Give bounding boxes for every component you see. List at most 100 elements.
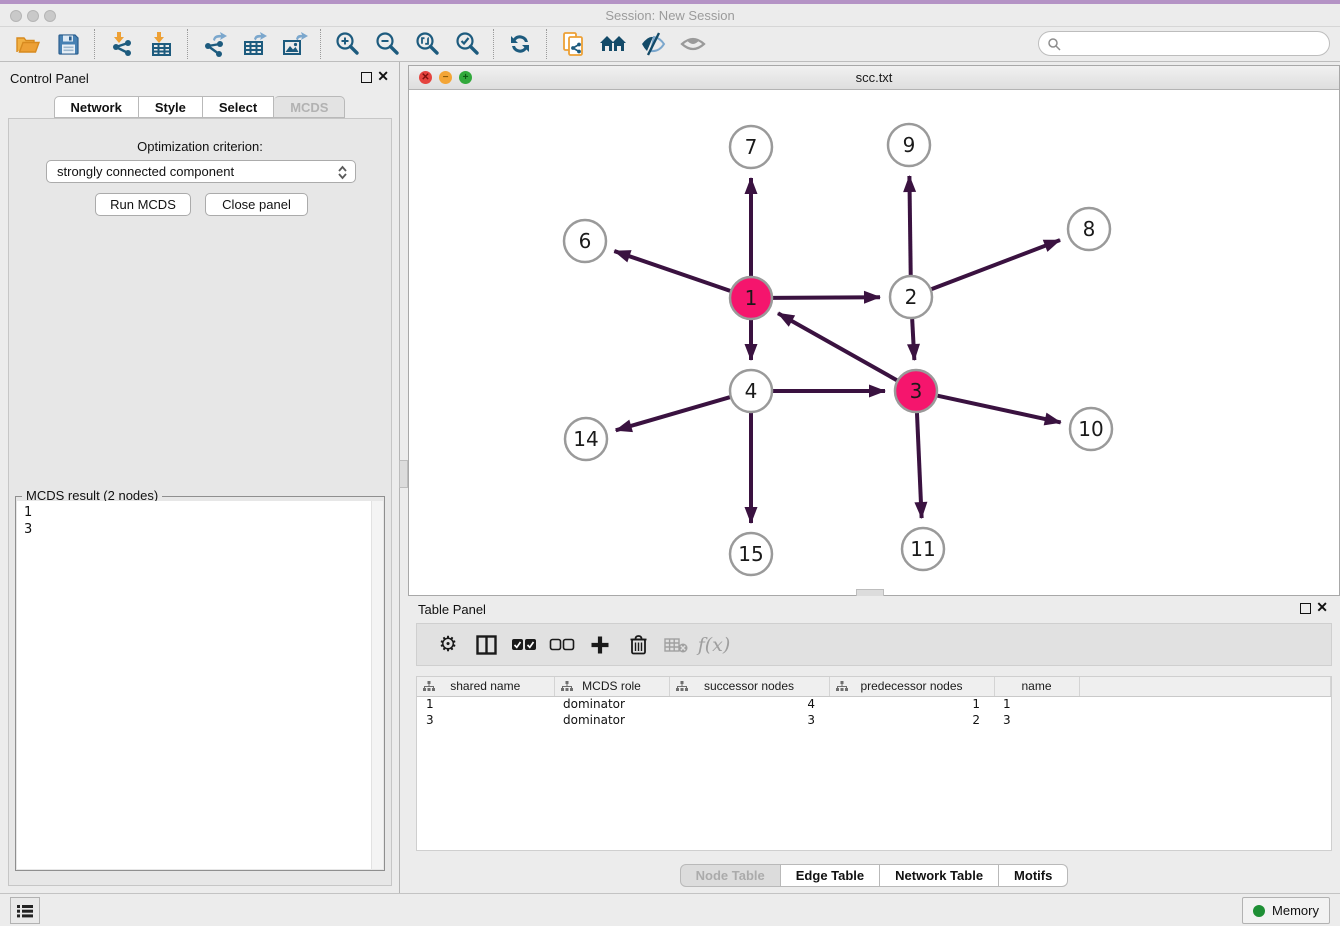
edge-1-6[interactable]: [614, 251, 730, 291]
graph-node-10[interactable]: 10: [1070, 408, 1112, 450]
graph-node-14[interactable]: 14: [565, 418, 607, 460]
graph-node-15[interactable]: 15: [730, 533, 772, 575]
edge-2-9[interactable]: [909, 176, 910, 275]
toolbar-separator: [187, 29, 188, 59]
column-header-name[interactable]: name: [994, 677, 1079, 696]
tab-select[interactable]: Select: [203, 96, 274, 118]
deselect-all-rows-button[interactable]: [543, 627, 581, 663]
tab-edge-table[interactable]: Edge Table: [781, 864, 880, 887]
zoom-in-button[interactable]: [327, 29, 367, 59]
column-header-MCDS-role[interactable]: MCDS role: [554, 677, 669, 696]
add-column-button[interactable]: [581, 627, 619, 663]
column-header-shared-name[interactable]: shared name: [417, 677, 554, 696]
zoom-selected-button[interactable]: [447, 29, 487, 59]
graph-node-2[interactable]: 2: [890, 276, 932, 318]
table-row[interactable]: 1dominator411: [417, 696, 1331, 712]
close-table-panel-icon[interactable]: ✕: [1316, 599, 1328, 615]
criterion-dropdown[interactable]: strongly connected component: [46, 160, 356, 183]
window-title: Session: New Session: [0, 8, 1340, 23]
cell-predecessor-nodes[interactable]: 1: [829, 696, 994, 712]
node-label: 4: [745, 379, 758, 403]
titlebar: Session: New Session: [0, 4, 1340, 27]
cell-shared-name[interactable]: 1: [417, 696, 554, 712]
delete-column-button[interactable]: [619, 627, 657, 663]
tab-network-table[interactable]: Network Table: [880, 864, 999, 887]
tab-motifs[interactable]: Motifs: [999, 864, 1068, 887]
network-canvas[interactable]: 7 9 6 8 1 2 4 3 14 10 15 11: [409, 90, 1339, 595]
first-neighbors-button[interactable]: [593, 29, 633, 59]
graph-node-3[interactable]: 3: [895, 370, 937, 412]
float-table-panel-icon[interactable]: [1300, 603, 1311, 614]
apply-layout-button[interactable]: [500, 29, 540, 59]
edge-3-10[interactable]: [937, 396, 1060, 423]
tab-node-table[interactable]: Node Table: [680, 864, 781, 887]
vertical-splitter-handle[interactable]: [399, 460, 408, 488]
birds-eye-view-button[interactable]: [673, 29, 713, 59]
zoom-fit-button[interactable]: [407, 29, 447, 59]
close-panel-button[interactable]: Close panel: [205, 193, 308, 216]
cell-shared-name[interactable]: 3: [417, 712, 554, 728]
export-image-button[interactable]: [274, 29, 314, 59]
tab-mcds[interactable]: MCDS: [274, 96, 345, 118]
toolbar-separator: [493, 29, 494, 59]
cell-name[interactable]: 3: [994, 712, 1079, 728]
column-header-label: predecessor nodes: [860, 679, 962, 693]
edge-2-8[interactable]: [932, 240, 1060, 289]
show-column-panel-button[interactable]: [467, 627, 505, 663]
delete-table-button[interactable]: [657, 627, 695, 663]
duplicate-network-button[interactable]: [553, 29, 593, 59]
edge-3-11[interactable]: [917, 413, 922, 518]
node-label: 2: [905, 285, 918, 309]
column-header-predecessor-nodes[interactable]: predecessor nodes: [829, 677, 994, 696]
toolbar-separator: [320, 29, 321, 59]
edge-2-3[interactable]: [912, 319, 914, 360]
table-settings-button[interactable]: ⚙: [429, 627, 467, 663]
task-history-button[interactable]: [10, 897, 40, 924]
edge-4-14[interactable]: [616, 397, 730, 430]
run-mcds-button[interactable]: Run MCDS: [95, 193, 191, 216]
import-network-button[interactable]: [101, 29, 141, 59]
open-session-button[interactable]: [8, 29, 48, 59]
graph-node-7[interactable]: 7: [730, 126, 772, 168]
node-label: 1: [745, 286, 758, 310]
export-table-button[interactable]: [234, 29, 274, 59]
function-builder-button[interactable]: f(x): [695, 627, 733, 663]
tab-style[interactable]: Style: [139, 96, 203, 118]
memory-button[interactable]: Memory: [1242, 897, 1330, 924]
show-graphics-details-button[interactable]: [633, 29, 673, 59]
node-label: 14: [573, 427, 598, 451]
export-network-button[interactable]: [194, 29, 234, 59]
graph-node-8[interactable]: 8: [1068, 208, 1110, 250]
graph-node-9[interactable]: 9: [888, 124, 930, 166]
cell-predecessor-nodes[interactable]: 2: [829, 712, 994, 728]
cell-successor-nodes[interactable]: 4: [669, 696, 829, 712]
import-network-icon: [108, 31, 135, 58]
mcds-result-textarea[interactable]: 13: [17, 501, 383, 869]
cell-name[interactable]: 1: [994, 696, 1079, 712]
cell-MCDS-role[interactable]: dominator: [554, 712, 669, 728]
result-scrollbar[interactable]: [371, 501, 383, 869]
search-input[interactable]: [1061, 34, 1329, 54]
edge-3-1[interactable]: [778, 313, 897, 380]
tab-network[interactable]: Network: [54, 96, 139, 118]
save-floppy-icon: [56, 32, 81, 57]
zoom-fit-icon: [414, 31, 441, 58]
graph-node-4[interactable]: 4: [730, 370, 772, 412]
close-panel-icon[interactable]: ✕: [377, 68, 389, 84]
float-panel-icon[interactable]: [361, 72, 372, 83]
select-all-rows-button[interactable]: [505, 627, 543, 663]
cell-MCDS-role[interactable]: dominator: [554, 696, 669, 712]
table-toolbar: ⚙ f(x): [416, 623, 1332, 666]
table-row[interactable]: 3dominator323: [417, 712, 1331, 728]
edge-1-2[interactable]: [773, 297, 880, 298]
column-header-successor-nodes[interactable]: successor nodes: [669, 677, 829, 696]
cell-successor-nodes[interactable]: 3: [669, 712, 829, 728]
unchecked-boxes-icon: [549, 638, 575, 652]
import-table-button[interactable]: [141, 29, 181, 59]
graph-node-1[interactable]: 1: [730, 277, 772, 319]
graph-node-11[interactable]: 11: [902, 528, 944, 570]
save-session-button[interactable]: [48, 29, 88, 59]
zoom-out-button[interactable]: [367, 29, 407, 59]
network-window-titlebar[interactable]: ✕ − + scc.txt: [409, 66, 1339, 90]
graph-node-6[interactable]: 6: [564, 220, 606, 262]
